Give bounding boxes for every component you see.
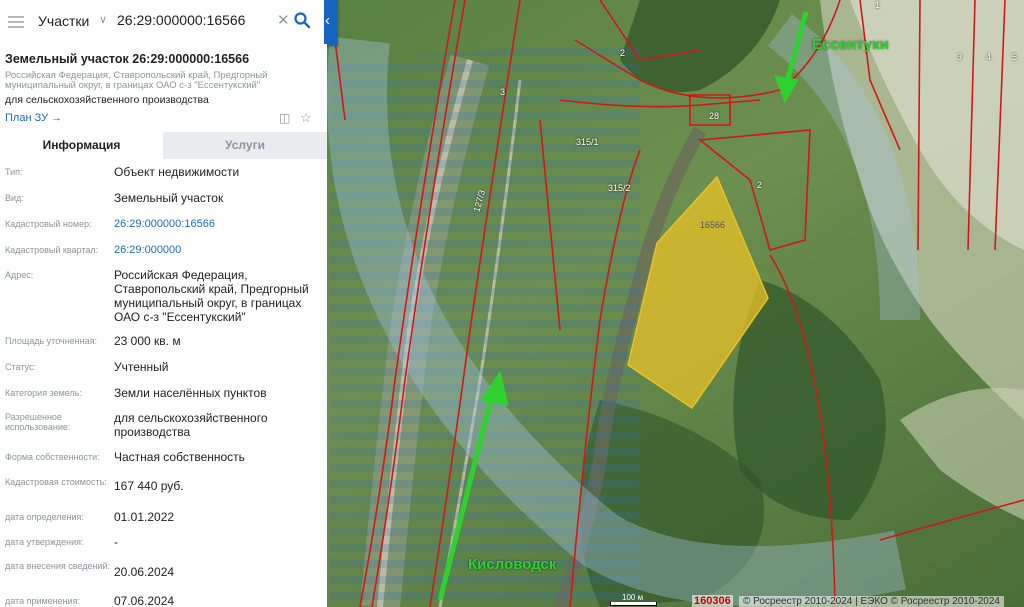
tab-bar: Информация Услуги bbox=[0, 132, 327, 161]
tab-info[interactable]: Информация bbox=[0, 132, 163, 161]
field-value: 23 000 кв. м bbox=[114, 334, 181, 348]
field-label: Форма собственности: bbox=[5, 452, 100, 462]
info-panel: Земельный участок 26:29:000000:16566 Рос… bbox=[0, 44, 327, 607]
plot-number-label[interactable]: 5 bbox=[1012, 52, 1017, 62]
map-label-kislovodsk: Кисловодск bbox=[468, 556, 557, 573]
cadastral-quarter-link[interactable]: 26:29:000000 bbox=[114, 243, 324, 257]
plot-number-label[interactable]: 16566 bbox=[700, 220, 725, 230]
field-label: Вид: bbox=[5, 193, 24, 203]
plot-number-label[interactable]: 3 bbox=[500, 87, 505, 97]
arrow-right-icon[interactable]: → bbox=[48, 112, 62, 124]
scale-bar bbox=[610, 602, 657, 606]
menu-icon[interactable] bbox=[8, 13, 24, 29]
field-label: Статус: bbox=[5, 362, 36, 372]
map-label-essentuki: Ессентуки bbox=[812, 36, 889, 53]
page-title: Земельный участок 26:29:000000:16566 bbox=[5, 52, 250, 66]
field-label: дата применения: bbox=[5, 596, 81, 606]
field-label: Кадастровая стоимость: bbox=[5, 477, 107, 487]
field-label: Разрешенное использование: bbox=[5, 412, 71, 432]
field-label: Кадастровый квартал: bbox=[5, 245, 99, 255]
field-label: дата внесения сведений: bbox=[5, 561, 110, 571]
scale-label: 100 м bbox=[622, 593, 644, 602]
zoom-to-icon[interactable]: ◫ bbox=[279, 111, 290, 125]
search-bar: Участки ∨ ✕ ‹ bbox=[0, 0, 338, 46]
plot-number-label[interactable]: 2 bbox=[620, 48, 625, 58]
field-value: Земельный участок bbox=[114, 191, 224, 205]
field-value: 20.06.2024 bbox=[114, 565, 175, 579]
purpose-text: для сельскохозяйственного производства bbox=[5, 94, 209, 106]
field-label: Адрес: bbox=[5, 270, 34, 280]
field-label: дата определения: bbox=[5, 512, 84, 522]
plot-number-label[interactable]: 315/1 bbox=[576, 137, 599, 147]
clear-icon[interactable]: ✕ bbox=[277, 11, 290, 29]
plot-number-label[interactable]: 28 bbox=[709, 111, 719, 121]
plot-number-label[interactable]: 4 bbox=[986, 52, 991, 62]
plot-number-label[interactable]: 2 bbox=[757, 180, 762, 190]
field-label: Категория земель: bbox=[5, 388, 82, 398]
address-summary: Российская Федерация, Ставропольский кра… bbox=[5, 70, 268, 91]
chevron-down-icon[interactable]: ∨ bbox=[99, 13, 107, 26]
field-label: Кадастровый номер: bbox=[5, 219, 92, 229]
cadastral-number-link[interactable]: 26:29:000000:16566 bbox=[114, 217, 324, 231]
field-value: Российская Федерация, Ставропольский кра… bbox=[114, 268, 309, 324]
plot-number-label[interactable]: 3 bbox=[957, 52, 962, 62]
field-value: Учтенный bbox=[114, 360, 169, 374]
plot-number-label[interactable]: 1 bbox=[875, 0, 880, 10]
field-value: для сельскохозяйственного производства bbox=[114, 411, 268, 439]
tab-services[interactable]: Услуги bbox=[163, 132, 327, 159]
field-value: 01.01.2022 bbox=[114, 510, 175, 524]
field-value: Земли населённых пунктов bbox=[114, 386, 267, 400]
cadastral-number-label: 160306 bbox=[692, 595, 733, 607]
field-label: Тип: bbox=[5, 167, 23, 177]
field-label: Площадь уточненная: bbox=[5, 336, 97, 346]
collapse-panel-button[interactable]: ‹ bbox=[324, 0, 338, 44]
field-value: 07.06.2024 bbox=[114, 594, 175, 607]
map-copyright: © Росреестр 2010-2024 | ЕЭКО © Росреестр… bbox=[738, 596, 1004, 607]
plan-link[interactable]: План ЗУ → bbox=[5, 112, 62, 124]
field-value: Частная собственность bbox=[114, 450, 245, 464]
plan-link-label[interactable]: План ЗУ bbox=[5, 112, 48, 124]
plot-number-label[interactable]: 315/2 bbox=[608, 183, 631, 193]
field-value: 167 440 руб. bbox=[114, 479, 184, 493]
search-type-select[interactable]: Участки bbox=[38, 13, 89, 29]
star-icon[interactable]: ☆ bbox=[300, 110, 312, 126]
field-value: Объект недвижимости bbox=[114, 165, 240, 179]
search-input[interactable] bbox=[117, 12, 267, 28]
field-value: - bbox=[114, 535, 118, 549]
search-icon[interactable] bbox=[293, 11, 311, 29]
field-label: дата утверждения: bbox=[5, 537, 84, 547]
